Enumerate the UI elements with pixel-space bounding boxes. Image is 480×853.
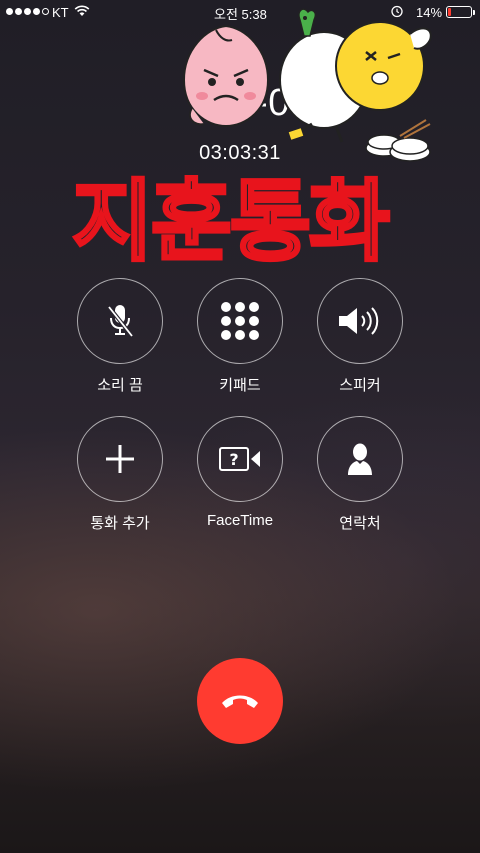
mute-button-circle[interactable] — [77, 278, 163, 364]
end-call-button[interactable] — [197, 658, 283, 744]
facetime-button-circle[interactable]: ? — [197, 416, 283, 502]
contact-icon — [348, 443, 372, 475]
contacts-button-circle[interactable] — [317, 416, 403, 502]
facetime-button[interactable]: ? FaceTime — [195, 416, 285, 529]
mute-label: 소리 끔 — [97, 377, 143, 394]
add-call-label: 통화 추가 — [90, 515, 150, 532]
mute-button[interactable]: 소리 끔 — [75, 278, 165, 395]
peach-sticker — [182, 24, 270, 128]
carrier-name: KT — [52, 5, 69, 20]
facetime-label: FaceTime — [206, 512, 274, 529]
contacts-button[interactable]: 연락처 — [315, 416, 405, 533]
handwritten-overlay: 지훈통화 — [70, 168, 392, 275]
battery-icon — [446, 6, 472, 18]
mic-muted-icon — [107, 305, 134, 338]
battery-cap — [473, 10, 475, 15]
keypad-label: 키패드 — [219, 377, 261, 394]
dishes-sticker — [365, 119, 431, 162]
keypad-icon — [221, 302, 259, 340]
plus-icon — [106, 445, 134, 473]
battery-level-fill — [448, 8, 451, 16]
svg-text:?: ? — [229, 450, 238, 469]
add-call-button-circle[interactable] — [77, 416, 163, 502]
keypad-button-circle[interactable] — [197, 278, 283, 364]
speaker-label: 스피커 — [339, 377, 381, 394]
facetime-icon: ? — [219, 447, 260, 471]
signal-strength-icon — [6, 8, 49, 15]
add-call-button[interactable]: 통화 추가 — [75, 416, 165, 533]
speaker-icon — [339, 307, 379, 335]
contacts-label: 연락처 — [339, 515, 381, 532]
keypad-button[interactable]: 키패드 — [195, 278, 285, 395]
hang-up-icon — [222, 695, 258, 708]
call-screen: KT 오전 5:38 14% 010-0 03:03:31 지훈통화 — [0, 0, 480, 853]
speaker-button-circle[interactable] — [317, 278, 403, 364]
wifi-icon — [74, 5, 90, 20]
overlay-text: 지훈통화 — [72, 170, 389, 273]
speaker-button[interactable]: 스피커 — [315, 278, 405, 395]
